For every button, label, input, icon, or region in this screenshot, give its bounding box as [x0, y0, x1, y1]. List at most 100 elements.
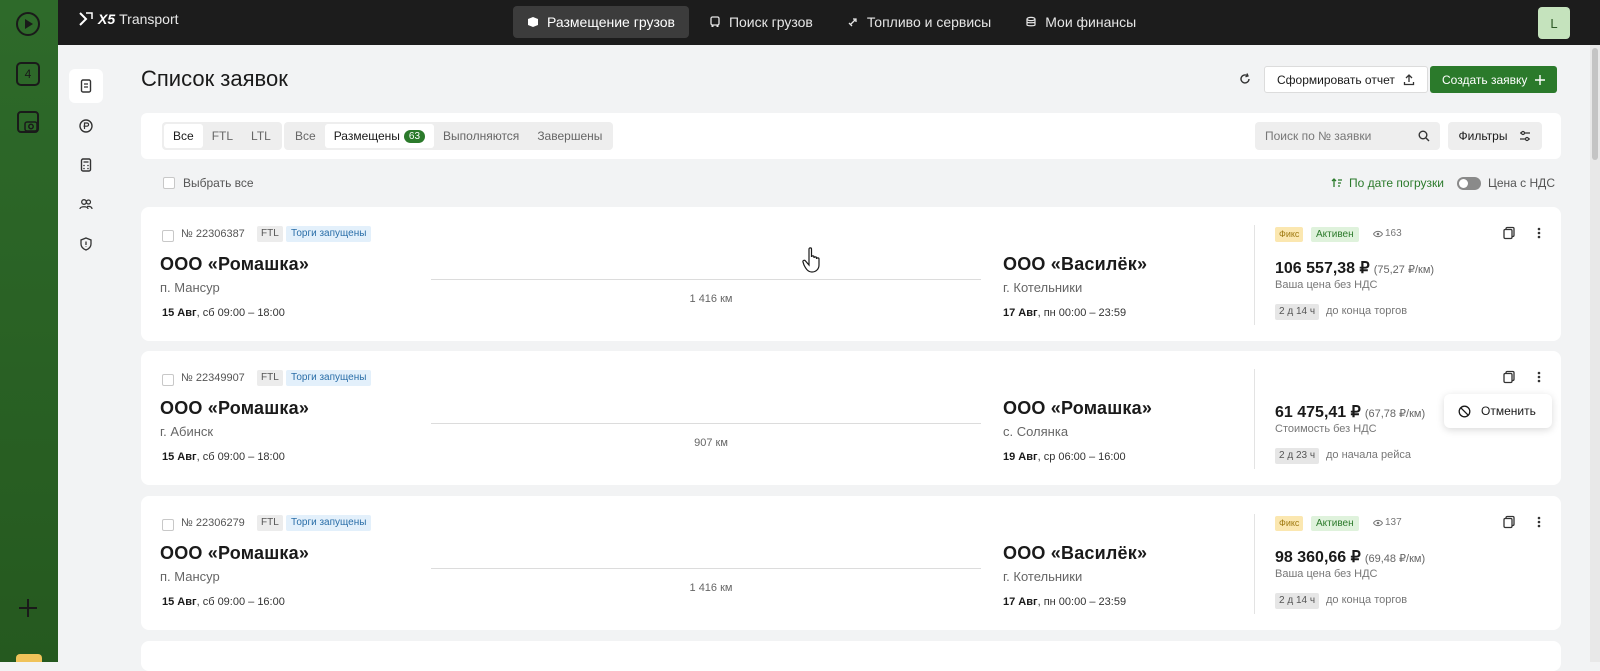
select-all-label: Выбрать все: [183, 176, 254, 190]
order-card[interactable]: № 22306279 FTL Торги запущены ООО «Ромаш…: [141, 496, 1561, 630]
nav-fuel-services[interactable]: Топливо и сервисы: [833, 6, 1005, 38]
vat-switch[interactable]: [1457, 176, 1481, 190]
fixed-price-tag: Фикс: [1275, 227, 1304, 242]
cancel-order-label[interactable]: Отменить: [1481, 404, 1536, 418]
status-filter-in-progress[interactable]: Выполняются: [434, 124, 528, 148]
copy-icon[interactable]: [1502, 370, 1516, 384]
price-note: Ваша цена без НДС: [1275, 568, 1378, 580]
receiver-city: г. Котельники: [1003, 569, 1083, 584]
unloading-date: 17 Авг: [1003, 596, 1038, 608]
plus-icon: [1535, 74, 1546, 85]
nav-cargo-placement[interactable]: Размещение грузов: [513, 6, 689, 38]
sliders-icon: [1520, 130, 1531, 142]
type-filter-all[interactable]: Все: [164, 124, 203, 148]
side-item-users[interactable]: [69, 187, 103, 221]
brand-logo[interactable]: X5 Transport: [78, 11, 179, 27]
sender-company: ООО «Ромашка»: [160, 254, 310, 274]
type-filter-label: Все: [173, 129, 194, 143]
page-scrollbar[interactable]: [1590, 45, 1600, 662]
brand-mark: X5: [98, 11, 116, 27]
price-note: Стоимость без НДС: [1275, 423, 1377, 435]
order-context-menu[interactable]: Отменить: [1444, 394, 1552, 428]
copy-icon[interactable]: [1502, 226, 1516, 240]
counter-badge-label: 4: [24, 67, 32, 81]
side-item-payments[interactable]: [69, 109, 103, 143]
route-line: [431, 568, 981, 569]
receiver-city: г. Котельники: [1003, 280, 1083, 295]
order-checkbox[interactable]: [162, 519, 174, 531]
unloading-datetime: 17 Авг, пн 00:00 – 23:59: [1003, 596, 1126, 608]
box-icon: [528, 17, 538, 27]
type-filter-ltl[interactable]: LTL: [242, 124, 280, 148]
order-checkbox[interactable]: [162, 374, 174, 386]
unloading-time: , ср 06:00 – 16:00: [1037, 451, 1126, 463]
receiver-company: ООО «Ромашка»: [1003, 398, 1153, 418]
status-filter: Все Размещены 63 Выполняются Завершены: [284, 122, 614, 150]
copy-icon[interactable]: [1502, 515, 1516, 529]
report-label: Сформировать отчет: [1277, 72, 1395, 87]
order-number: № 22306279: [181, 517, 245, 529]
unloading-datetime: 17 Авг, пн 00:00 – 23:59: [1003, 307, 1126, 319]
order-price: 98 360,66 ₽ (69,48 ₽/км): [1275, 547, 1425, 567]
eye-icon: [1373, 230, 1383, 237]
nav-my-finances[interactable]: Мои финансы: [1011, 6, 1150, 38]
vat-toggle[interactable]: Цена с НДС: [1457, 176, 1555, 190]
type-filter-ftl[interactable]: FTL: [203, 124, 242, 148]
more-options-icon[interactable]: [1532, 226, 1546, 240]
side-item-security[interactable]: [69, 227, 103, 261]
loading-datetime: 15 Авг, сб 09:00 – 16:00: [162, 596, 285, 608]
refresh-button[interactable]: [1234, 68, 1256, 90]
select-all-checkbox[interactable]: [163, 177, 175, 189]
scrollbar-thumb[interactable]: [1592, 48, 1598, 160]
sort-by-loading-date[interactable]: По дате погрузки: [1331, 176, 1444, 190]
order-card[interactable]: № 22306387 FTL Торги запущены ООО «Ромаш…: [141, 207, 1561, 341]
add-icon[interactable]: [14, 594, 42, 622]
unloading-time: , пн 00:00 – 23:59: [1037, 596, 1127, 608]
type-filter-label: FTL: [211, 129, 234, 143]
select-all[interactable]: Выбрать все: [163, 176, 254, 190]
nav-cargo-search[interactable]: Поиск грузов: [695, 6, 827, 38]
truck-icon: [710, 16, 720, 27]
user-avatar[interactable]: L: [1538, 7, 1570, 39]
refresh-icon: [1240, 73, 1250, 84]
avatar-initial: L: [1550, 15, 1558, 31]
create-order-button[interactable]: Создать заявку: [1430, 66, 1558, 93]
order-price: 61 475,41 ₽ (67,78 ₽/км): [1275, 402, 1425, 422]
unloading-date: 19 Авг: [1003, 451, 1038, 463]
status-filter-label: Завершены: [537, 129, 603, 143]
time-left-note: до конца торгов: [1326, 594, 1408, 606]
order-card[interactable]: [141, 641, 1561, 671]
search-icon: [1418, 130, 1430, 142]
side-nav: [58, 45, 116, 662]
auction-tag: Торги запущены: [286, 370, 372, 386]
order-checkbox[interactable]: [162, 230, 174, 242]
order-card[interactable]: № 22349907 FTL Торги запущены ООО «Ромаш…: [141, 351, 1561, 485]
main-nav: Размещение грузов Поиск грузов Топливо и…: [513, 6, 1150, 38]
camera-icon[interactable]: [14, 108, 42, 136]
search-input[interactable]: Поиск по № заявки: [1255, 122, 1440, 150]
side-item-orders[interactable]: [69, 69, 103, 103]
filters-button[interactable]: Фильтры: [1448, 122, 1542, 150]
status-filter-completed[interactable]: Завершены: [528, 124, 611, 148]
generate-report-button[interactable]: Сформировать отчет: [1264, 66, 1428, 93]
create-label: Создать заявку: [1442, 72, 1528, 87]
side-item-calculator[interactable]: [69, 148, 103, 182]
loading-time: , сб 09:00 – 16:00: [196, 596, 285, 608]
status-filter-all[interactable]: Все: [286, 124, 325, 148]
route-distance: 907 км: [694, 437, 728, 449]
play-icon[interactable]: [14, 10, 42, 38]
cancel-icon: [1458, 405, 1471, 417]
views-value: 137: [1385, 517, 1402, 528]
more-options-icon[interactable]: [1532, 370, 1546, 384]
more-options-icon[interactable]: [1532, 515, 1546, 529]
loading-datetime: 15 Авг, сб 09:00 – 18:00: [162, 451, 285, 463]
counter-badge[interactable]: 4: [14, 60, 42, 88]
count-badge: 63: [403, 129, 426, 143]
nav-label: Мои финансы: [1045, 14, 1137, 30]
loading-time: , сб 09:00 – 18:00: [196, 451, 285, 463]
receiver-city: с. Солянка: [1003, 424, 1069, 439]
status-filter-placed[interactable]: Размещены 63: [324, 124, 435, 148]
order-type-tag: FTL: [257, 515, 283, 531]
type-filter: Все FTL LTL: [162, 122, 282, 150]
sender-city: п. Мансур: [160, 569, 220, 584]
